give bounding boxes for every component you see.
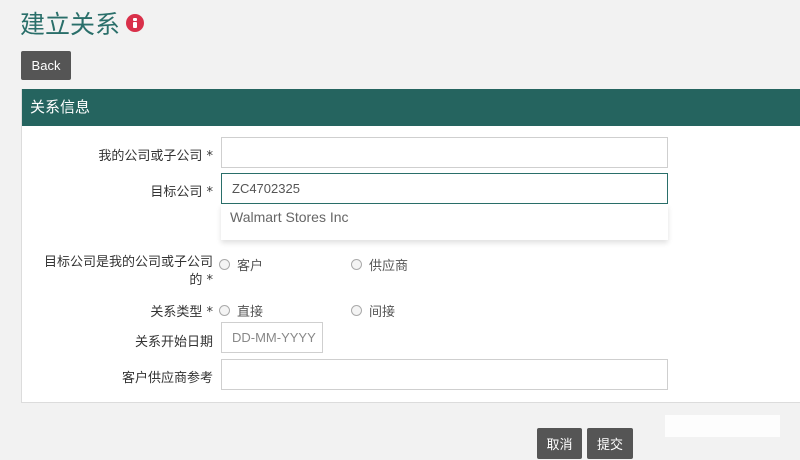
radio-icon[interactable] — [351, 259, 362, 270]
autocomplete-dropdown: Walmart Stores Inc — [221, 204, 668, 240]
radio-icon[interactable] — [219, 259, 230, 270]
panel-header: 关系信息 — [22, 89, 800, 126]
radio-supplier[interactable]: 供应商 — [351, 255, 408, 274]
radio-direct-label: 直接 — [237, 305, 264, 320]
radio-customer-label: 客户 — [237, 259, 264, 274]
cancel-button[interactable]: 取消 — [537, 428, 582, 459]
watermark — [665, 415, 780, 437]
reference-input[interactable] — [221, 359, 668, 390]
info-icon[interactable] — [126, 14, 145, 32]
page-title-text: 建立关系 — [20, 10, 121, 39]
radio-customer[interactable]: 客户 — [219, 255, 263, 274]
reference-label: 客户供应商参考 — [121, 371, 213, 386]
page-title: 建立关系 — [20, 5, 145, 41]
my-company-input[interactable] — [221, 137, 668, 168]
radio-supplier-label: 供应商 — [369, 259, 409, 274]
radio-icon[interactable] — [351, 305, 362, 316]
radio-indirect[interactable]: 间接 — [351, 301, 395, 320]
page: 建立关系 Back 关系信息 我的公司或子公司 * 目标公司 * Walmart… — [0, 0, 800, 460]
autocomplete-item[interactable]: Walmart Stores Inc — [230, 209, 349, 225]
radio-icon[interactable] — [219, 305, 230, 316]
submit-button[interactable]: 提交 — [587, 428, 633, 459]
back-button[interactable]: Back — [21, 51, 71, 80]
target-is-label: 目标公司是我的公司或子公司的 * — [43, 255, 213, 288]
start-date-input[interactable] — [221, 322, 323, 353]
target-company-label: 目标公司 * — [150, 185, 213, 200]
relationship-panel: 关系信息 我的公司或子公司 * 目标公司 * Walmart Stores In… — [21, 89, 800, 403]
relation-type-label: 关系类型 * — [150, 305, 213, 320]
radio-indirect-label: 间接 — [369, 305, 396, 320]
target-company-input[interactable] — [221, 173, 668, 204]
radio-direct[interactable]: 直接 — [219, 301, 263, 320]
start-date-label: 关系开始日期 — [134, 335, 213, 350]
my-company-label: 我的公司或子公司 * — [98, 149, 213, 164]
